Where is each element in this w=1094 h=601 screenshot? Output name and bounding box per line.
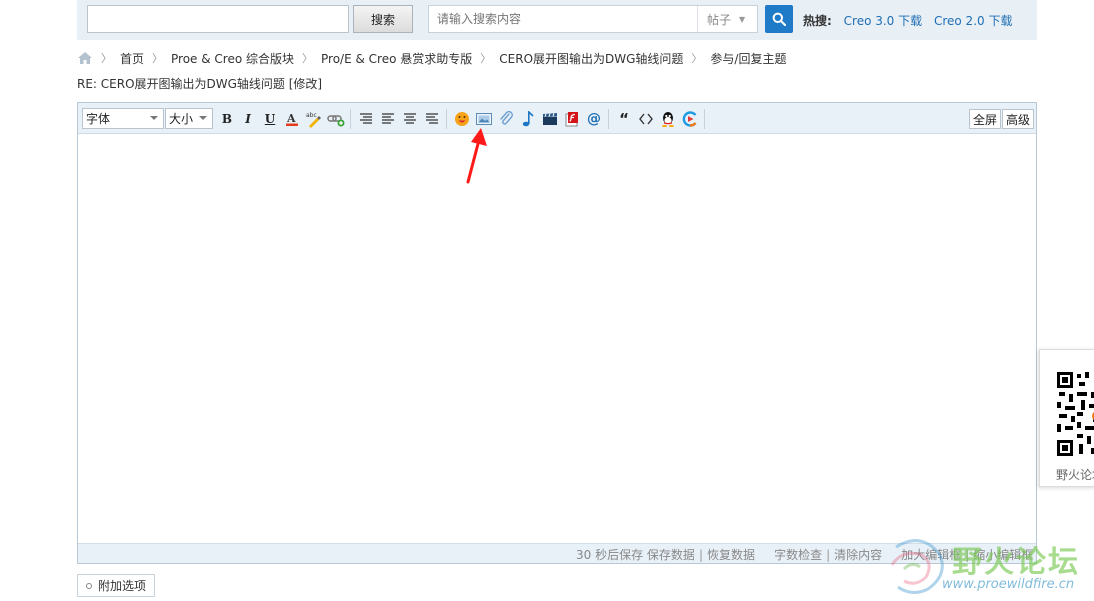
- hot-label: 热搜:: [803, 14, 832, 28]
- underline-button[interactable]: U: [260, 109, 280, 129]
- breadcrumb-forum-general[interactable]: Proe & Creo 综合版块: [171, 50, 294, 67]
- qr-code-image: [1057, 372, 1094, 456]
- search-submit-button[interactable]: [765, 5, 793, 33]
- search-type-label: 帖子: [707, 12, 732, 27]
- font-color-icon: A: [286, 112, 298, 126]
- breadcrumb-home[interactable]: 首页: [120, 50, 144, 67]
- breadcrumb-separator: 〉: [302, 52, 314, 65]
- fullscreen-button[interactable]: 全屏: [969, 109, 1002, 129]
- chevron-down-icon: [199, 116, 207, 120]
- breadcrumb-separator: 〉: [101, 52, 112, 65]
- home-icon[interactable]: [77, 51, 93, 65]
- search-type-dropdown[interactable]: 帖子 ▼: [697, 6, 757, 32]
- attach-options-button[interactable]: 附加选项: [77, 574, 156, 597]
- align-right-button[interactable]: [422, 109, 442, 129]
- enlarge-editor-link[interactable]: 加大编辑框: [901, 548, 961, 562]
- reply-title: RE: CERO展开图输出为DWG轴线问题 [修改]: [77, 77, 323, 91]
- size-select[interactable]: 大小: [165, 108, 213, 129]
- align-left-icon: [360, 113, 372, 124]
- hot-searches: 热搜: Creo 3.0 下载 Creo 2.0 下载: [803, 12, 1020, 29]
- insert-flash-button[interactable]: [562, 109, 582, 129]
- paperclip-icon: [500, 111, 513, 125]
- chevron-down-icon: ▼: [739, 14, 746, 24]
- align-center-button[interactable]: [400, 109, 420, 129]
- breadcrumb-separator: 〉: [152, 52, 164, 65]
- font-select[interactable]: 字体: [82, 108, 164, 129]
- align-center-icon: [404, 113, 416, 124]
- insert-link-button[interactable]: [326, 109, 346, 129]
- autosave-countdown: 30 秒后保存: [576, 548, 644, 562]
- qq-penguin-icon: [662, 112, 674, 127]
- restore-data-link[interactable]: 恢复数据: [707, 548, 755, 562]
- clear-content-link[interactable]: 清除内容: [834, 548, 882, 562]
- bold-button[interactable]: B: [217, 109, 237, 129]
- save-data-link[interactable]: 保存数据: [647, 548, 695, 562]
- code-button[interactable]: [636, 109, 656, 129]
- insert-audio-button[interactable]: [518, 109, 538, 129]
- breadcrumb-forum-help[interactable]: Pro/E & Creo 悬赏求助专版: [321, 50, 472, 67]
- breadcrumb-thread[interactable]: CERO展开图输出为DWG轴线问题: [499, 50, 683, 67]
- code-brackets-icon: [639, 113, 653, 125]
- quote-icon: “: [619, 110, 629, 128]
- font-select-label: 字体: [86, 112, 111, 126]
- clapperboard-icon: [543, 113, 557, 125]
- qr-code-label: 野火论坛: [1056, 468, 1094, 482]
- search-box: 帖子 ▼: [428, 5, 758, 33]
- align-right-icon: [426, 113, 438, 124]
- at-sign-icon: @: [587, 111, 601, 127]
- toolbar-divider: [350, 109, 351, 129]
- editor-textarea[interactable]: [78, 135, 1036, 543]
- insert-tencent-video-button[interactable]: [680, 109, 700, 129]
- music-note-icon: [522, 111, 534, 127]
- font-color-button[interactable]: A: [282, 109, 302, 129]
- smiley-icon: [455, 112, 469, 126]
- toolbar-divider: [608, 109, 609, 129]
- svg-text:A: A: [286, 112, 296, 125]
- site-search-input[interactable]: [87, 5, 349, 33]
- watermark-url: www.proewildfire.cn: [942, 577, 1075, 592]
- top-search-bar: 搜索 帖子 ▼ 热搜: Creo 3.0 下载 Creo 2.0 下载: [77, 0, 1037, 40]
- search-button[interactable]: 搜索: [353, 5, 413, 33]
- svg-text:abc: abc: [306, 112, 317, 119]
- tencent-video-icon: [682, 111, 697, 127]
- hot-link-creo3[interactable]: Creo 3.0 下载: [844, 14, 923, 28]
- align-justify-icon: [382, 113, 394, 124]
- breadcrumb-separator: 〉: [691, 52, 703, 65]
- highlight-pen-icon: abc: [306, 112, 321, 128]
- attachment-button[interactable]: [496, 109, 516, 129]
- breadcrumb-current: 参与/回复主题: [710, 51, 787, 66]
- toolbar-divider: [446, 109, 447, 129]
- search-input[interactable]: [429, 6, 697, 32]
- italic-button[interactable]: I: [238, 109, 258, 129]
- attach-options-label: 附加选项: [98, 579, 147, 593]
- search-icon: [772, 12, 786, 26]
- image-icon: [476, 113, 492, 125]
- qr-code-panel: 野火论坛: [1039, 349, 1094, 487]
- insert-video-button[interactable]: [540, 109, 560, 129]
- toolbar-divider: [704, 109, 705, 129]
- bullet-icon: [86, 582, 92, 589]
- advanced-button[interactable]: 高级: [1002, 109, 1035, 129]
- mention-button[interactable]: @: [584, 109, 604, 129]
- link-chain-icon: [327, 115, 345, 127]
- breadcrumb-separator: 〉: [480, 52, 492, 65]
- highlight-button[interactable]: abc: [304, 109, 324, 129]
- insert-qq-button[interactable]: [658, 109, 678, 129]
- word-check-link[interactable]: 字数检查: [774, 548, 822, 562]
- reply-editor: 字体 大小 B I U A abc @ “ 全屏 高级 30 秒后保存 保存数据…: [77, 102, 1037, 564]
- breadcrumb: 〉 首页 〉 Proe & Creo 综合版块 〉 Pro/E & Creo 悬…: [77, 49, 786, 67]
- quote-button[interactable]: “: [614, 109, 634, 129]
- hot-link-creo2[interactable]: Creo 2.0 下载: [934, 14, 1013, 28]
- align-justify-button[interactable]: [378, 109, 398, 129]
- shrink-editor-link[interactable]: 缩小编辑框: [973, 548, 1033, 562]
- editor-toolbar: 字体 大小 B I U A abc @ “ 全屏 高级: [78, 103, 1036, 134]
- flash-icon: [565, 112, 578, 127]
- size-select-label: 大小: [169, 112, 194, 126]
- chevron-down-icon: [150, 116, 158, 120]
- editor-status-bar: 30 秒后保存 保存数据 | 恢复数据 字数检查 | 清除内容 加大编辑框 | 缩小编辑框: [78, 543, 1036, 563]
- red-arrow-annotation: [466, 128, 487, 184]
- align-left-button[interactable]: [356, 109, 376, 129]
